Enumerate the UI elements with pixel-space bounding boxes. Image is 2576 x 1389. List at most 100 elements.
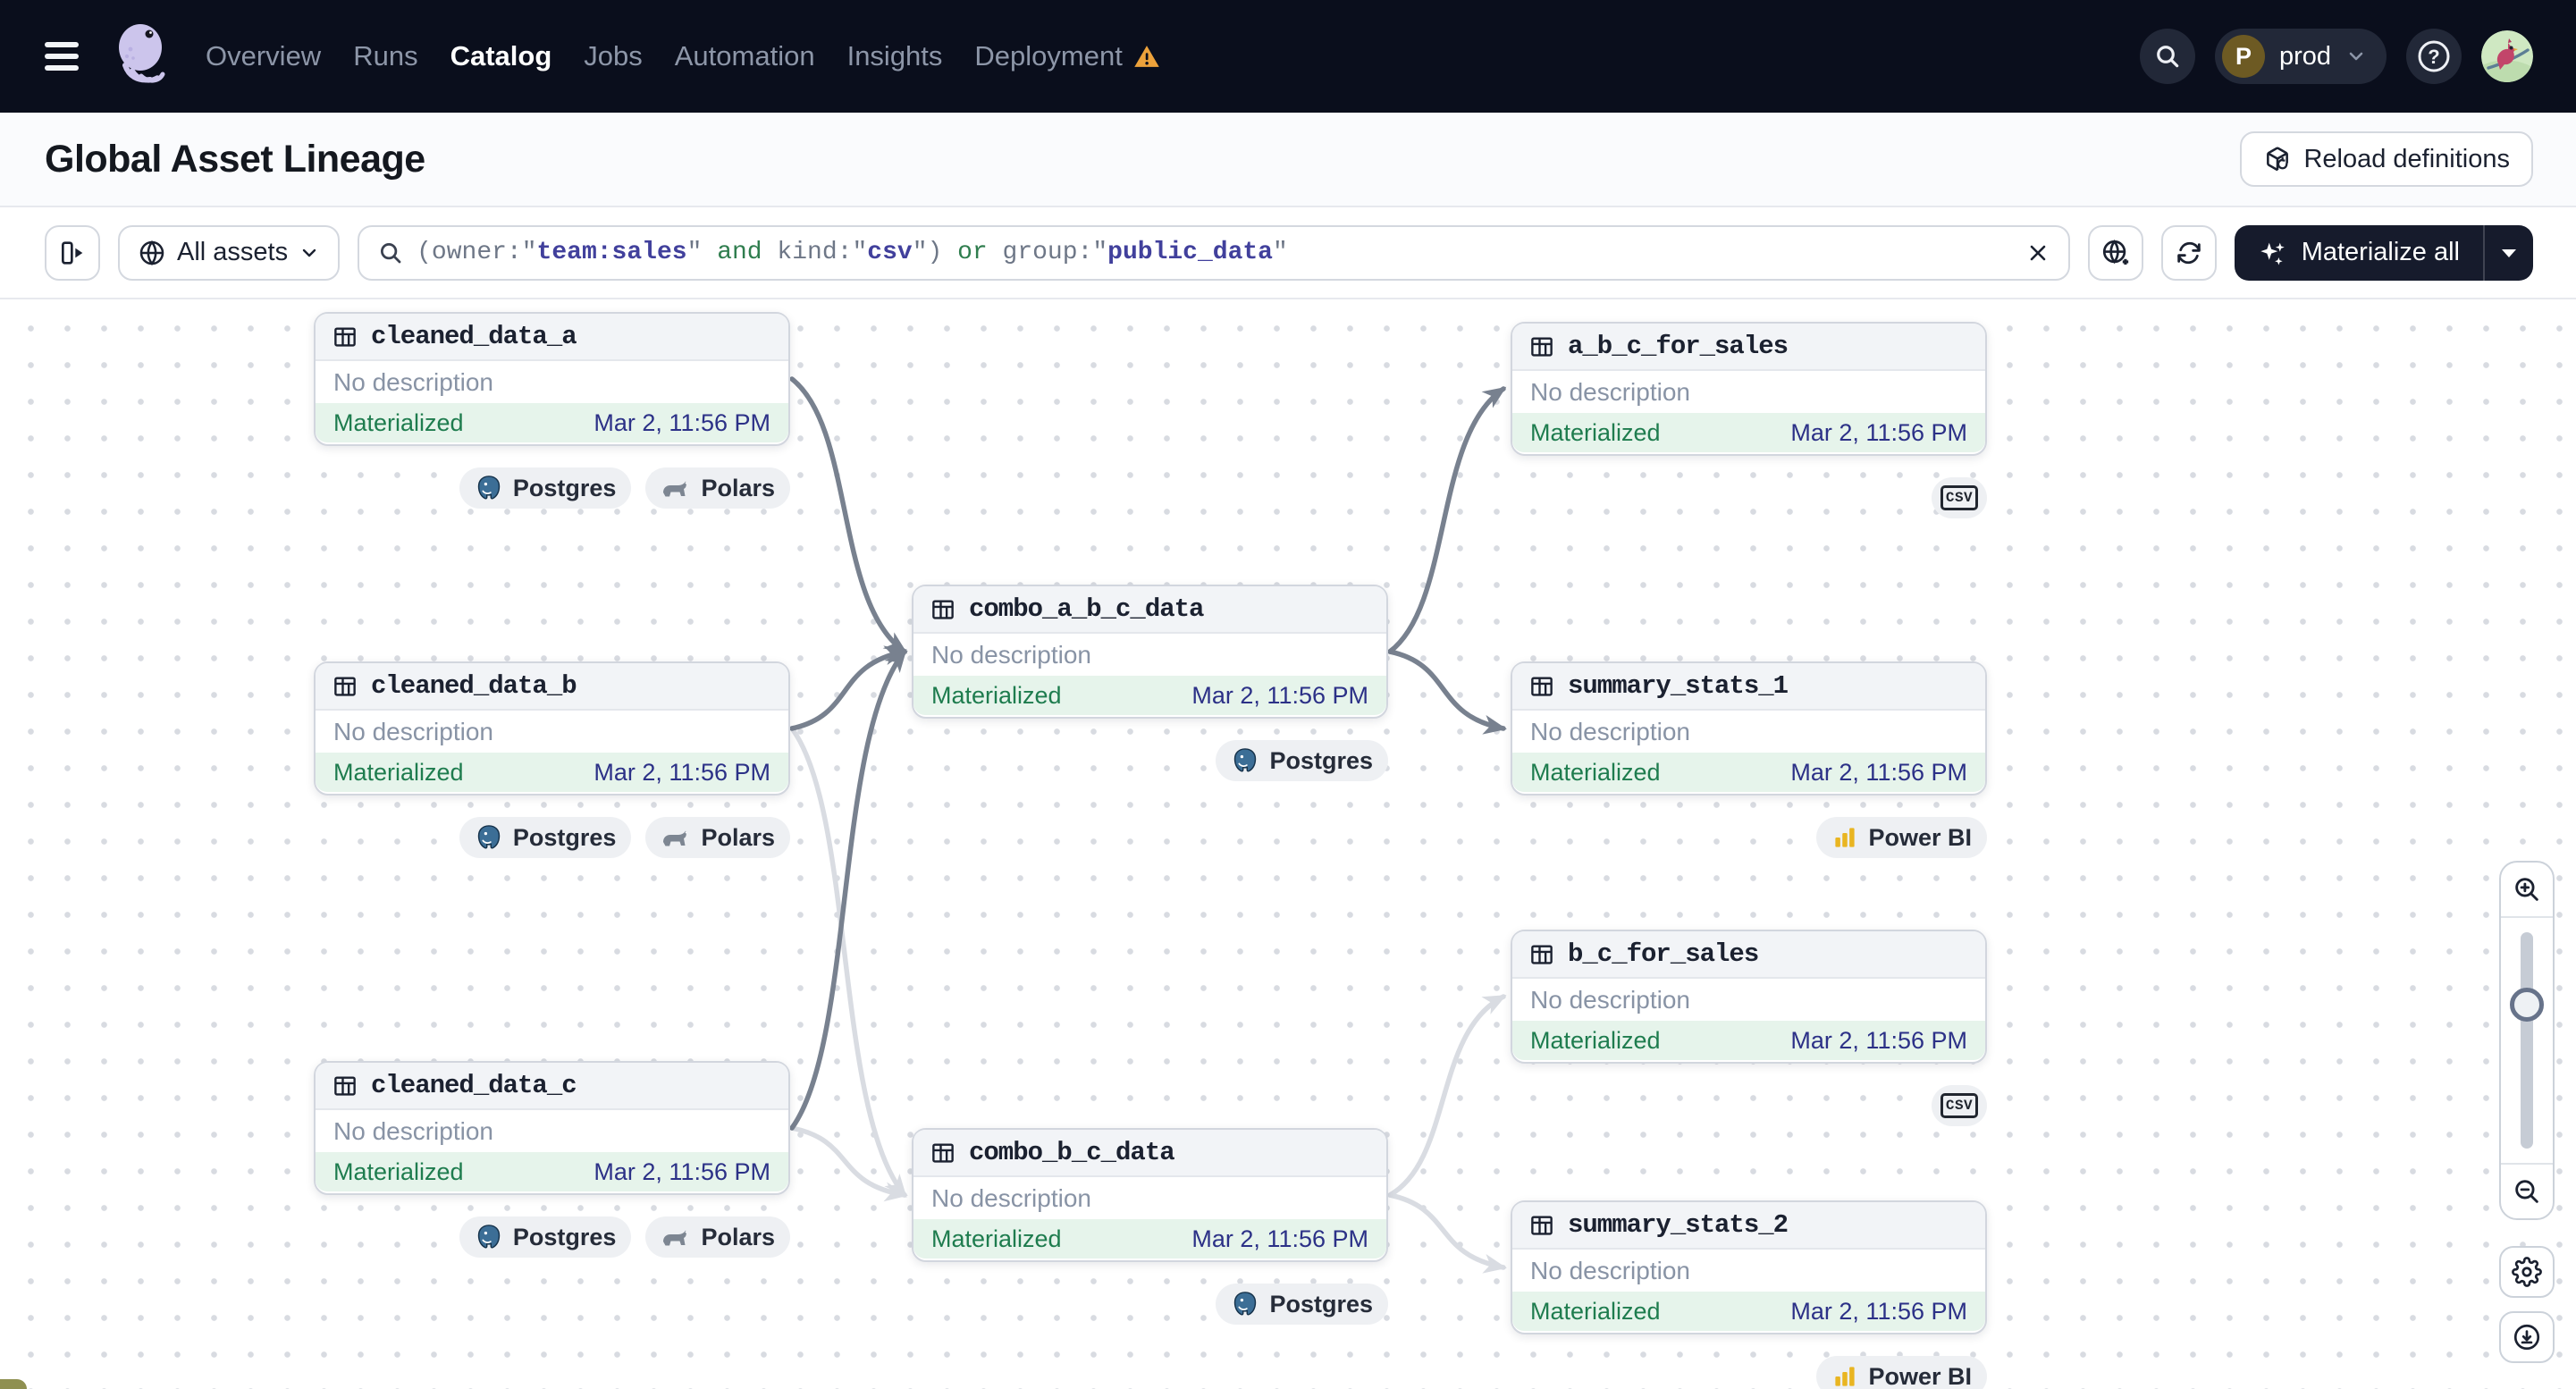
asset-status: Materialized [333, 758, 464, 786]
zoom-out-button[interactable] [2501, 1163, 2553, 1218]
download-image-button[interactable] [2499, 1311, 2555, 1363]
refresh-button[interactable] [2160, 224, 2217, 281]
lineage-scope-button[interactable] [2087, 224, 2143, 281]
page-title: Global Asset Lineage [45, 137, 425, 181]
reload-cube-icon [2267, 147, 2289, 172]
clear-search-button[interactable] [2025, 240, 2050, 265]
asset-status-row[interactable]: Materialized Mar 2, 11:56 PM [1512, 753, 1985, 792]
asset-status: Materialized [333, 408, 464, 436]
menu-icon[interactable] [45, 42, 79, 71]
asset-node-a_b_c_for_sales[interactable]: a_b_c_for_sales No description Materialize… [1511, 322, 1987, 518]
tag-postgres[interactable]: Postgres [459, 1216, 632, 1258]
open-panel-button[interactable] [45, 224, 100, 281]
graph-settings-button[interactable] [2499, 1246, 2555, 1298]
search-icon [381, 242, 401, 263]
zoom-slider[interactable] [2510, 932, 2544, 1149]
asset-status-row[interactable]: Materialized Mar 2, 11:56 PM [316, 1152, 788, 1191]
asset-status-row[interactable]: Materialized Mar 2, 11:56 PM [316, 753, 788, 792]
asset-tags: CSV [1932, 477, 1987, 518]
asset-timestamp: Mar 2, 11:56 PM [593, 408, 770, 436]
asset-status: Materialized [333, 1158, 464, 1185]
polars-icon [663, 830, 687, 846]
asset-node-summary_stats_2[interactable]: summary_stats_2 No description Materialize… [1511, 1200, 1987, 1389]
postgres-icon [1234, 748, 1257, 772]
table-icon [334, 676, 356, 696]
asset-tags: CSV [1932, 1085, 1987, 1126]
tag-postgres[interactable]: Postgres [459, 817, 632, 858]
asset-node-header[interactable]: cleaned_data_c [316, 1063, 788, 1110]
nav-links: Overview Runs Catalog Jobs Automation Insight… [206, 40, 1160, 72]
table-icon [334, 1075, 356, 1096]
asset-node-header[interactable]: summary_stats_2 [1512, 1202, 1985, 1250]
asset-name: cleaned_data_c [371, 1071, 577, 1100]
nav-item-automation[interactable]: Automation [675, 40, 815, 72]
zoom-panel [2499, 861, 2555, 1220]
asset-status-row[interactable]: Materialized Mar 2, 11:56 PM [316, 403, 788, 442]
asset-name: b_c_for_sales [1568, 939, 1759, 969]
tag-postgres[interactable]: Postgres [1216, 740, 1388, 781]
svg-text:?: ? [2428, 46, 2439, 68]
dagster-logo-icon[interactable] [111, 22, 175, 90]
nav-item-overview[interactable]: Overview [206, 40, 321, 72]
table-icon [932, 1142, 954, 1163]
tag-polars[interactable]: Polars [645, 1216, 790, 1258]
tag-postgres[interactable]: Postgres [459, 467, 632, 509]
edge-cleaned_data_b-to-combo_b_c_data [789, 726, 907, 1199]
nav-item-runs[interactable]: Runs [353, 40, 417, 72]
reload-definitions-button[interactable]: Reload definitions [2240, 131, 2533, 187]
tag-polars[interactable]: Polars [645, 817, 790, 858]
globe-icon [139, 240, 164, 265]
caret-down-icon [2502, 248, 2516, 257]
asset-status-row[interactable]: Materialized Mar 2, 11:56 PM [1512, 413, 1985, 452]
asset-node-header[interactable]: summary_stats_1 [1512, 663, 1985, 711]
lineage-canvas[interactable]: cleaned_data_a No description Materialized… [0, 299, 2576, 1389]
nav-item-jobs[interactable]: Jobs [584, 40, 642, 72]
nav-item-deployment[interactable]: Deployment [974, 40, 1159, 72]
asset-node-combo_b_c_data[interactable]: combo_b_c_data No description Materialized… [912, 1128, 1388, 1325]
nav-item-catalog[interactable]: Catalog [450, 40, 552, 72]
filter-bar: All assets (owner:"team:sales" and kind:… [0, 207, 2576, 299]
asset-status-row[interactable]: Materialized Mar 2, 11:56 PM [913, 1219, 1386, 1259]
asset-search-input[interactable]: (owner:"team:sales" and kind:"csv") or g… [358, 224, 2070, 281]
asset-status-row[interactable]: Materialized Mar 2, 11:56 PM [913, 676, 1386, 715]
asset-node-cleaned_data_a[interactable]: cleaned_data_a No description Materialized… [314, 312, 790, 509]
asset-timestamp: Mar 2, 11:56 PM [1790, 418, 1967, 446]
nav-item-insights[interactable]: Insights [847, 40, 943, 72]
asset-node-header[interactable]: cleaned_data_a [316, 314, 788, 361]
user-avatar[interactable] [2481, 30, 2533, 82]
asset-node-header[interactable]: b_c_for_sales [1512, 931, 1985, 979]
asset-scope-dropdown[interactable]: All assets [118, 224, 341, 281]
tag-powerbi[interactable]: Power BI [1816, 1356, 1987, 1389]
chevron-down-icon [302, 248, 316, 257]
zoom-in-button[interactable] [2501, 863, 2553, 918]
materialize-all-button[interactable]: Materialize all [2235, 225, 2483, 281]
asset-node-b_c_for_sales[interactable]: b_c_for_sales No description Materialized M… [1511, 930, 1987, 1126]
asset-name: summary_stats_1 [1568, 671, 1789, 701]
asset-node-combo_a_b_c_data[interactable]: combo_a_b_c_data No description Materializ… [912, 585, 1388, 781]
tag-powerbi[interactable]: Power BI [1816, 817, 1987, 858]
asset-description: No description [1530, 377, 1690, 406]
asset-node-header[interactable]: cleaned_data_b [316, 663, 788, 711]
help-button[interactable]: ? [2406, 29, 2462, 84]
zoom-slider-thumb[interactable] [2510, 988, 2544, 1022]
tag-postgres[interactable]: Postgres [1216, 1284, 1388, 1325]
asset-node-summary_stats_1[interactable]: summary_stats_1 No description Materialize… [1511, 661, 1987, 858]
tag-csv[interactable]: CSV [1932, 477, 1987, 518]
chevron-down-icon [2349, 52, 2363, 61]
search-button[interactable] [2139, 29, 2195, 84]
asset-node-header[interactable]: combo_a_b_c_data [913, 586, 1386, 634]
asset-name: cleaned_data_b [371, 671, 577, 701]
asset-node-header[interactable]: a_b_c_for_sales [1512, 324, 1985, 371]
asset-status: Materialized [1530, 758, 1661, 786]
download-icon [2513, 1324, 2540, 1351]
deployment-switcher[interactable]: P prod [2214, 29, 2387, 84]
asset-status-row[interactable]: Materialized Mar 2, 11:56 PM [1512, 1292, 1985, 1331]
tag-csv[interactable]: CSV [1932, 1085, 1987, 1126]
materialize-options-button[interactable] [2483, 224, 2533, 281]
asset-node-cleaned_data_c[interactable]: cleaned_data_c No description Materialized… [314, 1061, 790, 1258]
asset-node-header[interactable]: combo_b_c_data [913, 1130, 1386, 1177]
asset-node-cleaned_data_b[interactable]: cleaned_data_b No description Materialized… [314, 661, 790, 858]
asset-status-row[interactable]: Materialized Mar 2, 11:56 PM [1512, 1021, 1985, 1060]
tag-polars[interactable]: Polars [645, 467, 790, 509]
powerbi-icon [1835, 828, 1856, 847]
